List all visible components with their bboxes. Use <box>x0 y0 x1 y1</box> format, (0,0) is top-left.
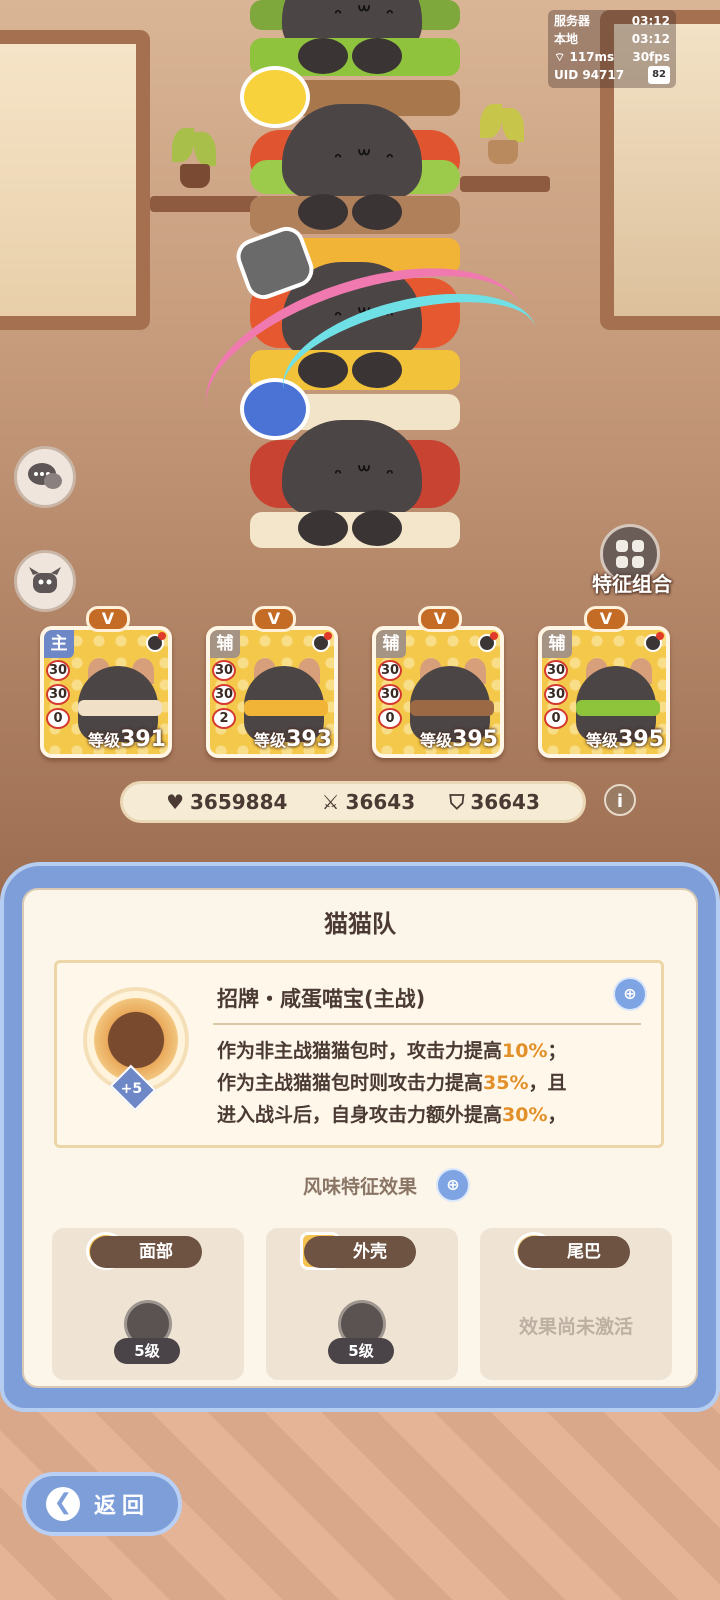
flavor-zoom-button[interactable]: ⊕ <box>436 1168 470 1202</box>
team-stats-bar: ♥ 3659884 ⚔ 36643 ⛉ 36643 <box>120 781 586 823</box>
clover-icon <box>616 540 644 568</box>
pet-skin-button[interactable] <box>14 550 76 612</box>
right-plant <box>476 104 530 164</box>
team-member-card[interactable]: 辅 30 30 0 等级395 <box>372 626 504 758</box>
stat-badge: 0 <box>46 708 70 729</box>
notification-dot-icon <box>146 632 166 652</box>
skill-divider <box>213 1023 641 1025</box>
hp-stat: ♥ 3659884 <box>166 790 288 814</box>
magnifier-icon: ⊕ <box>446 1175 460 1194</box>
crossed-swords-icon: ⚔ <box>321 790 340 814</box>
stat-badge: 30 <box>212 684 236 705</box>
team-panel-body: 猫猫队 +5 招牌・咸蛋喵宝(主战) ⊕ 作为非主战猫猫包时，攻击力提高10%；… <box>22 888 698 1388</box>
stat-badge: 0 <box>378 708 402 729</box>
notification-dot-icon <box>312 632 332 652</box>
shield-icon: ⛉ <box>449 790 465 814</box>
magnifier-icon: ⊕ <box>623 984 637 1003</box>
trait-face[interactable]: 面部 5级 <box>52 1228 244 1380</box>
card-level: 等级395 <box>586 727 664 752</box>
team-member-card[interactable]: 辅 30 30 2 等级393 <box>206 626 338 758</box>
panel-title: 猫猫队 <box>324 910 396 938</box>
skill-medal-icon: +5 <box>83 987 189 1112</box>
network-status-overlay: 服务器 03:12 本地 03:12 ⌔ 117ms 30fps UID 94717 8… <box>548 10 676 88</box>
rank-tag: V <box>418 606 462 632</box>
left-plant <box>168 128 222 188</box>
stat-badge: 30 <box>378 684 402 705</box>
card-level: 等级393 <box>254 727 332 752</box>
skill-name: 招牌・咸蛋喵宝(主战) <box>217 987 426 1011</box>
skill-description: 作为非主战猫猫包时，攻击力提高10%； 作为主战猫猫包时则攻击力提高35%，且 … <box>217 1040 567 1126</box>
role-badge: 辅 <box>376 630 406 658</box>
info-button[interactable]: i <box>604 784 636 816</box>
cat-topping <box>410 700 494 716</box>
chat-button[interactable] <box>14 446 76 508</box>
defense-stat: ⛉ 36643 <box>449 790 540 814</box>
role-badge: 主 <box>44 630 74 658</box>
team-member-card[interactable]: 辅 30 30 0 等级395 <box>538 626 670 758</box>
notification-dot-icon <box>478 632 498 652</box>
left-window <box>0 30 150 330</box>
back-button[interactable]: ❮ 返回 <box>22 1472 182 1536</box>
cat-topping <box>78 700 162 716</box>
trait-shell[interactable]: 外壳 5级 <box>266 1228 458 1380</box>
trait-inactive-text: 效果尚未激活 <box>518 1316 633 1338</box>
notification-dot-icon <box>644 632 664 652</box>
team-panel: 猫猫队 +5 招牌・咸蛋喵宝(主战) ⊕ 作为非主战猫猫包时，攻击力提高10%；… <box>0 862 720 1412</box>
trait-tail[interactable]: 尾巴 效果尚未激活 <box>480 1228 672 1380</box>
rank-tag: V <box>86 606 130 632</box>
team-member-card[interactable]: 主 30 30 0 等级391 <box>40 626 172 758</box>
cat-topping <box>576 700 660 716</box>
flower-face-icon <box>240 66 310 128</box>
rank-tag: V <box>252 606 296 632</box>
stat-badge: 0 <box>544 708 568 729</box>
card-level: 等级395 <box>420 727 498 752</box>
info-icon: i <box>616 791 624 812</box>
stat-badge: 30 <box>378 660 402 681</box>
role-badge: 辅 <box>210 630 240 658</box>
stat-badge: 2 <box>212 708 236 729</box>
stat-badge: 30 <box>46 660 70 681</box>
stat-badge: 30 <box>544 660 568 681</box>
trait-level: 5级 <box>328 1338 394 1364</box>
stat-badge: 30 <box>46 684 70 705</box>
right-shelf <box>460 176 550 192</box>
back-arrow-icon: ❮ <box>46 1487 80 1521</box>
trait-level: 5级 <box>114 1338 180 1364</box>
chat-icon <box>28 463 62 489</box>
skill-box: +5 招牌・咸蛋喵宝(主战) ⊕ 作为非主战猫猫包时，攻击力提高10%； 作为主… <box>54 960 664 1148</box>
traits-combo-label: 特征组合 <box>592 572 672 596</box>
rank-tag: V <box>584 606 628 632</box>
cat-robot-icon <box>29 567 61 593</box>
attack-stat: ⚔ 36643 <box>321 790 416 814</box>
heart-icon: ♥ <box>166 790 185 814</box>
skill-zoom-button[interactable]: ⊕ <box>613 977 647 1011</box>
role-badge: 辅 <box>542 630 572 658</box>
wifi-icon: ⌔ <box>554 50 566 64</box>
stat-badge: 30 <box>212 660 236 681</box>
flavor-traits-title: 风味特征效果 <box>302 1176 417 1198</box>
stat-badge: 30 <box>544 684 568 705</box>
cat-topping <box>244 700 328 716</box>
card-level: 等级391 <box>88 727 166 752</box>
battery-indicator: 82 <box>648 66 670 84</box>
